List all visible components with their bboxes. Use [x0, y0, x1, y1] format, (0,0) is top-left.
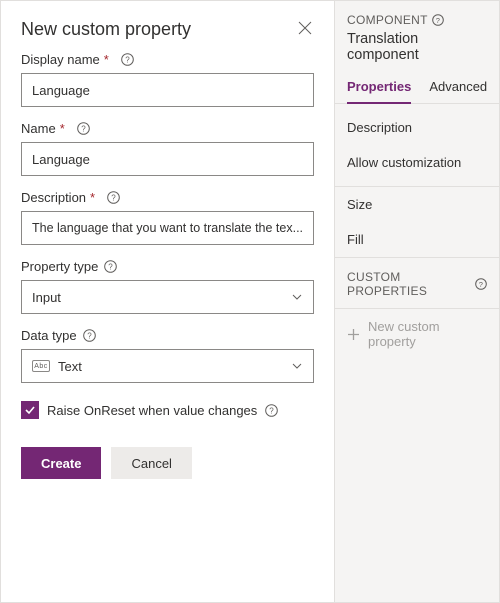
- help-icon[interactable]: ?: [77, 122, 90, 135]
- data-type-dropdown[interactable]: Abc Text: [21, 349, 314, 383]
- tab-advanced[interactable]: Advanced: [429, 71, 487, 103]
- display-name-label: Display name: [21, 52, 100, 67]
- svg-text:?: ?: [270, 406, 275, 415]
- required-marker: *: [104, 52, 109, 67]
- checkmark-icon: [24, 404, 36, 416]
- raise-onreset-checkbox[interactable]: [21, 401, 39, 419]
- name-input[interactable]: [21, 142, 314, 176]
- plus-icon: [347, 328, 360, 341]
- property-item-allow-customization[interactable]: Allow customization: [335, 145, 499, 180]
- close-icon: [298, 21, 312, 35]
- property-item-size[interactable]: Size: [335, 187, 499, 222]
- create-button[interactable]: Create: [21, 447, 101, 479]
- chevron-down-icon: [291, 291, 303, 303]
- description-label: Description: [21, 190, 86, 205]
- add-custom-property-button[interactable]: New custom property: [335, 308, 499, 359]
- custom-properties-header: CUSTOM PROPERTIES: [347, 270, 471, 298]
- svg-text:?: ?: [87, 332, 92, 341]
- close-button[interactable]: [296, 19, 314, 37]
- svg-text:?: ?: [479, 280, 483, 289]
- required-marker: *: [60, 121, 65, 136]
- raise-onreset-label: Raise OnReset when value changes: [47, 403, 257, 418]
- description-input[interactable]: The language that you want to translate …: [21, 211, 314, 245]
- display-name-input[interactable]: [21, 73, 314, 107]
- svg-text:?: ?: [111, 194, 116, 203]
- chevron-down-icon: [291, 360, 303, 372]
- properties-panel: COMPONENT ? Translation component Proper…: [335, 1, 499, 602]
- help-icon[interactable]: ?: [107, 191, 120, 204]
- help-icon[interactable]: ?: [104, 260, 117, 273]
- cancel-button[interactable]: Cancel: [111, 447, 191, 479]
- property-type-value: Input: [32, 290, 61, 305]
- property-item-description[interactable]: Description: [335, 110, 499, 145]
- svg-text:?: ?: [81, 125, 86, 134]
- tab-properties[interactable]: Properties: [347, 71, 411, 104]
- svg-text:?: ?: [125, 56, 130, 65]
- help-icon[interactable]: ?: [121, 53, 134, 66]
- required-marker: *: [90, 190, 95, 205]
- help-icon[interactable]: ?: [265, 404, 278, 417]
- add-custom-property-label: New custom property: [368, 319, 487, 349]
- data-type-label: Data type: [21, 328, 77, 343]
- help-icon[interactable]: ?: [475, 278, 487, 291]
- help-icon[interactable]: ?: [432, 14, 445, 27]
- svg-text:?: ?: [109, 263, 114, 272]
- new-custom-property-dialog: New custom property Display name * ? Nam…: [1, 1, 335, 602]
- dialog-title: New custom property: [21, 19, 191, 40]
- svg-text:?: ?: [436, 16, 440, 25]
- property-type-dropdown[interactable]: Input: [21, 280, 314, 314]
- component-section-header: COMPONENT: [347, 13, 428, 27]
- component-name: Translation component: [335, 31, 499, 71]
- property-item-fill[interactable]: Fill: [335, 222, 499, 257]
- name-label: Name: [21, 121, 56, 136]
- help-icon[interactable]: ?: [83, 329, 96, 342]
- text-type-icon: Abc: [32, 360, 50, 372]
- data-type-value: Text: [58, 359, 82, 374]
- property-type-label: Property type: [21, 259, 98, 274]
